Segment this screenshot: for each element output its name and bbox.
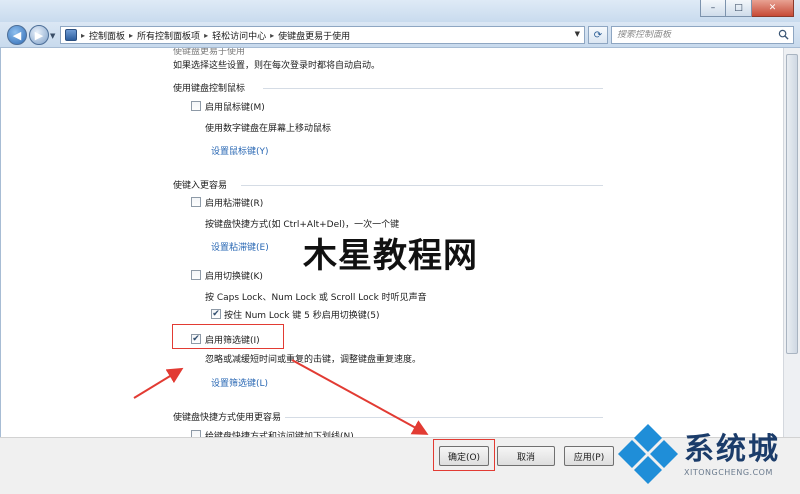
site-logo: 系统城 XITONGCHENG.COM [612,418,798,490]
arrow-left-icon: ◀ [12,28,22,42]
set-up-sticky-keys-link[interactable]: 设置粘滞键(E) [211,240,269,253]
breadcrumb-ease-of-access[interactable]: 轻松访问中心 [212,29,266,42]
auto-start-note: 如果选择这些设置，则在每次登录时都将自动启动。 [173,61,381,71]
breadcrumb-all-items[interactable]: 所有控制面板项 [137,29,200,42]
arrow-right-icon: ▶ [34,28,44,42]
section-title-mouse: 使用键盘控制鼠标 [173,84,246,94]
breadcrumb-control-panel[interactable]: 控制面板 [89,29,125,42]
section-title-typing: 使键入更容易 [173,181,228,191]
underline-shortcuts-checkbox[interactable] [191,430,201,437]
close-button[interactable]: ✕ [752,0,794,17]
address-bar[interactable]: ▸ 控制面板 ▸ 所有控制面板项 ▸ 轻松访问中心 ▸ 使键盘更易于使用 ▼ [60,26,585,44]
chevron-right-icon[interactable]: ▸ [204,31,208,40]
sticky-keys-checkbox[interactable] [191,197,201,207]
breadcrumb-keyboard[interactable]: 使键盘更易于使用 [278,29,350,42]
vertical-scrollbar[interactable] [783,48,800,437]
logo-text: 系统城 [684,432,780,467]
forward-button[interactable]: ▶ [29,25,49,45]
toggle-keys-label[interactable]: 启用切换键(K) [205,269,263,282]
mouse-keys-checkbox[interactable] [191,101,201,111]
highlight-filter-keys [172,324,284,349]
watermark-text: 木星教程网 [303,236,478,276]
sticky-keys-label[interactable]: 启用粘滞键(R) [205,196,263,209]
chevron-right-icon[interactable]: ▸ [129,31,133,40]
title-bar: – □ ✕ [0,0,800,22]
section-divider [263,88,603,89]
diamond-logo-icon [618,424,678,484]
toggle-keys-hold-checkbox[interactable]: ✔ [211,309,221,319]
toggle-keys-description: 按 Caps Lock、Num Lock 或 Scroll Lock 时听见声音 [205,293,427,303]
chevron-right-icon[interactable]: ▸ [270,31,274,40]
back-button[interactable]: ◀ [7,25,27,45]
mouse-keys-description: 使用数字键盘在屏幕上移动鼠标 [205,124,332,134]
window-controls: – □ ✕ [700,0,794,17]
filter-keys-description: 忽略或减缓短时间或重复的击键，调整键盘重复速度。 [205,355,422,365]
scrollbar-thumb[interactable] [786,54,798,354]
search-input[interactable] [617,30,772,40]
set-up-filter-keys-link[interactable]: 设置筛选键(L) [211,376,268,389]
minimize-button[interactable]: – [700,0,726,17]
checkmark-icon: ✔ [212,308,220,319]
page-title: 使键盘更易于使用 [173,48,246,57]
mouse-keys-label[interactable]: 启用鼠标键(M) [205,100,265,113]
set-up-mouse-keys-link[interactable]: 设置鼠标键(Y) [211,144,269,157]
recent-pages-dropdown-icon[interactable]: ▼ [50,32,55,40]
cancel-button[interactable]: 取消 [497,446,555,466]
search-icon[interactable] [778,29,789,40]
toggle-keys-checkbox[interactable] [191,270,201,280]
highlight-ok-button [433,439,495,471]
underline-shortcuts-label[interactable]: 给键盘快捷方式和访问键加下划线(N) [205,429,354,437]
maximize-button[interactable]: □ [726,0,752,17]
control-panel-icon [65,29,77,41]
address-toolbar: ◀ ▶ ▼ ▸ 控制面板 ▸ 所有控制面板项 ▸ 轻松访问中心 ▸ 使键盘更易于… [0,22,800,48]
logo-domain: XITONGCHENG.COM [684,468,773,477]
refresh-icon: ⟳ [593,29,603,41]
section-divider [285,417,603,418]
section-divider [241,185,603,186]
refresh-button[interactable]: ⟳ [588,26,608,44]
chevron-right-icon[interactable]: ▸ [81,31,85,40]
section-title-shortcuts: 使键盘快捷方式使用更容易 [173,413,282,423]
address-dropdown-icon[interactable]: ▼ [575,30,580,38]
search-box[interactable] [611,26,794,44]
apply-button[interactable]: 应用(P) [564,446,614,466]
toggle-keys-hold-label[interactable]: 按住 Num Lock 键 5 秒启用切换键(5) [224,308,380,321]
